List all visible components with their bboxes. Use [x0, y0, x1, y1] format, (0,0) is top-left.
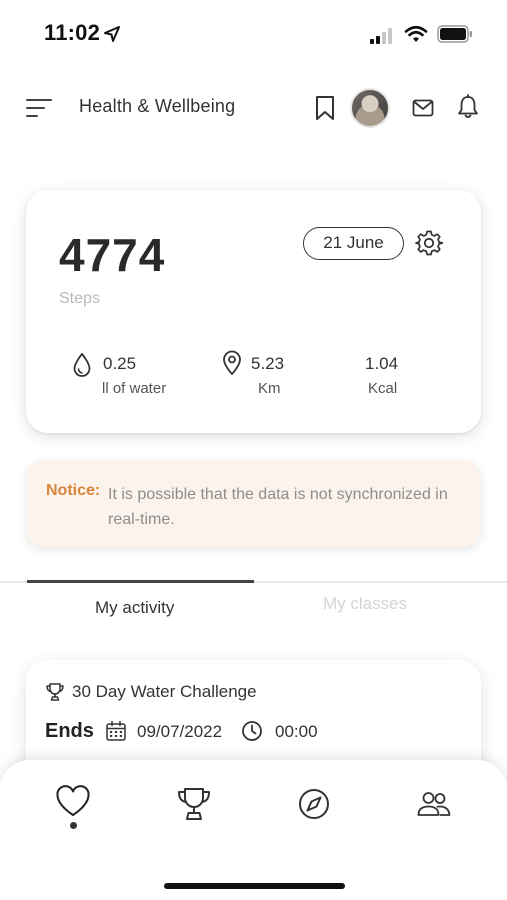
- calories-value: 1.04: [365, 354, 399, 373]
- challenge-title: 30 Day Water Challenge: [72, 682, 257, 701]
- tab-my-activity[interactable]: My activity: [95, 598, 174, 618]
- clock-icon: [242, 721, 262, 741]
- location-pin-icon: [223, 350, 241, 375]
- steps-card: 4774 Steps 21 June 0.25 ll of water 5.23: [26, 190, 481, 433]
- status-bar: 11:02: [0, 0, 507, 66]
- water-unit: ll of water: [102, 380, 167, 397]
- location-arrow-icon: [104, 26, 120, 42]
- calories-unit: Kcal: [368, 380, 398, 397]
- mail-icon[interactable]: [412, 98, 434, 118]
- notice-text: It is possible that the data is not sync…: [108, 486, 448, 528]
- bell-icon[interactable]: [456, 94, 480, 120]
- gear-icon[interactable]: [415, 229, 443, 257]
- wifi-icon: [404, 25, 428, 42]
- tab-active-indicator: [27, 580, 254, 583]
- status-time: 11:02: [44, 20, 101, 45]
- water-value: 0.25: [103, 354, 137, 373]
- trophy-icon: [46, 683, 64, 701]
- distance-value: 5.23: [251, 354, 285, 373]
- trophy-icon[interactable]: [174, 784, 214, 824]
- active-nav-indicator: [70, 822, 77, 829]
- tab-my-classes[interactable]: My classes: [323, 594, 407, 614]
- sync-notice: Notice: It is possible that the data is …: [26, 460, 481, 547]
- people-icon[interactable]: [414, 784, 454, 824]
- end-time: 00:00: [275, 722, 318, 741]
- calendar-icon: [106, 720, 126, 741]
- notice-label: Notice:: [46, 482, 101, 499]
- activity-tabs: My activity My classes: [0, 578, 507, 628]
- page-title: Health & Wellbeing: [79, 96, 236, 116]
- steps-count: 4774: [59, 229, 166, 281]
- cellular-signal-icon: [370, 26, 396, 44]
- app-header: Health & Wellbeing: [0, 84, 507, 132]
- distance-unit: Km: [258, 380, 281, 397]
- compass-icon[interactable]: [294, 784, 334, 824]
- ends-label: Ends: [45, 720, 94, 742]
- steps-label: Steps: [59, 290, 100, 307]
- bookmark-icon[interactable]: [313, 95, 337, 121]
- menu-icon[interactable]: [26, 96, 52, 120]
- date-selector[interactable]: 21 June: [303, 227, 404, 260]
- end-date: 09/07/2022: [137, 722, 223, 741]
- heart-icon[interactable]: [53, 784, 93, 824]
- home-indicator: [164, 883, 345, 889]
- battery-icon: [437, 25, 472, 43]
- avatar[interactable]: [350, 88, 390, 128]
- water-drop-icon: [73, 353, 91, 377]
- bottom-navigation: [0, 760, 507, 900]
- app-screen: 11:02 Health & Wellbeing 4774 Steps 21 J…: [0, 0, 507, 900]
